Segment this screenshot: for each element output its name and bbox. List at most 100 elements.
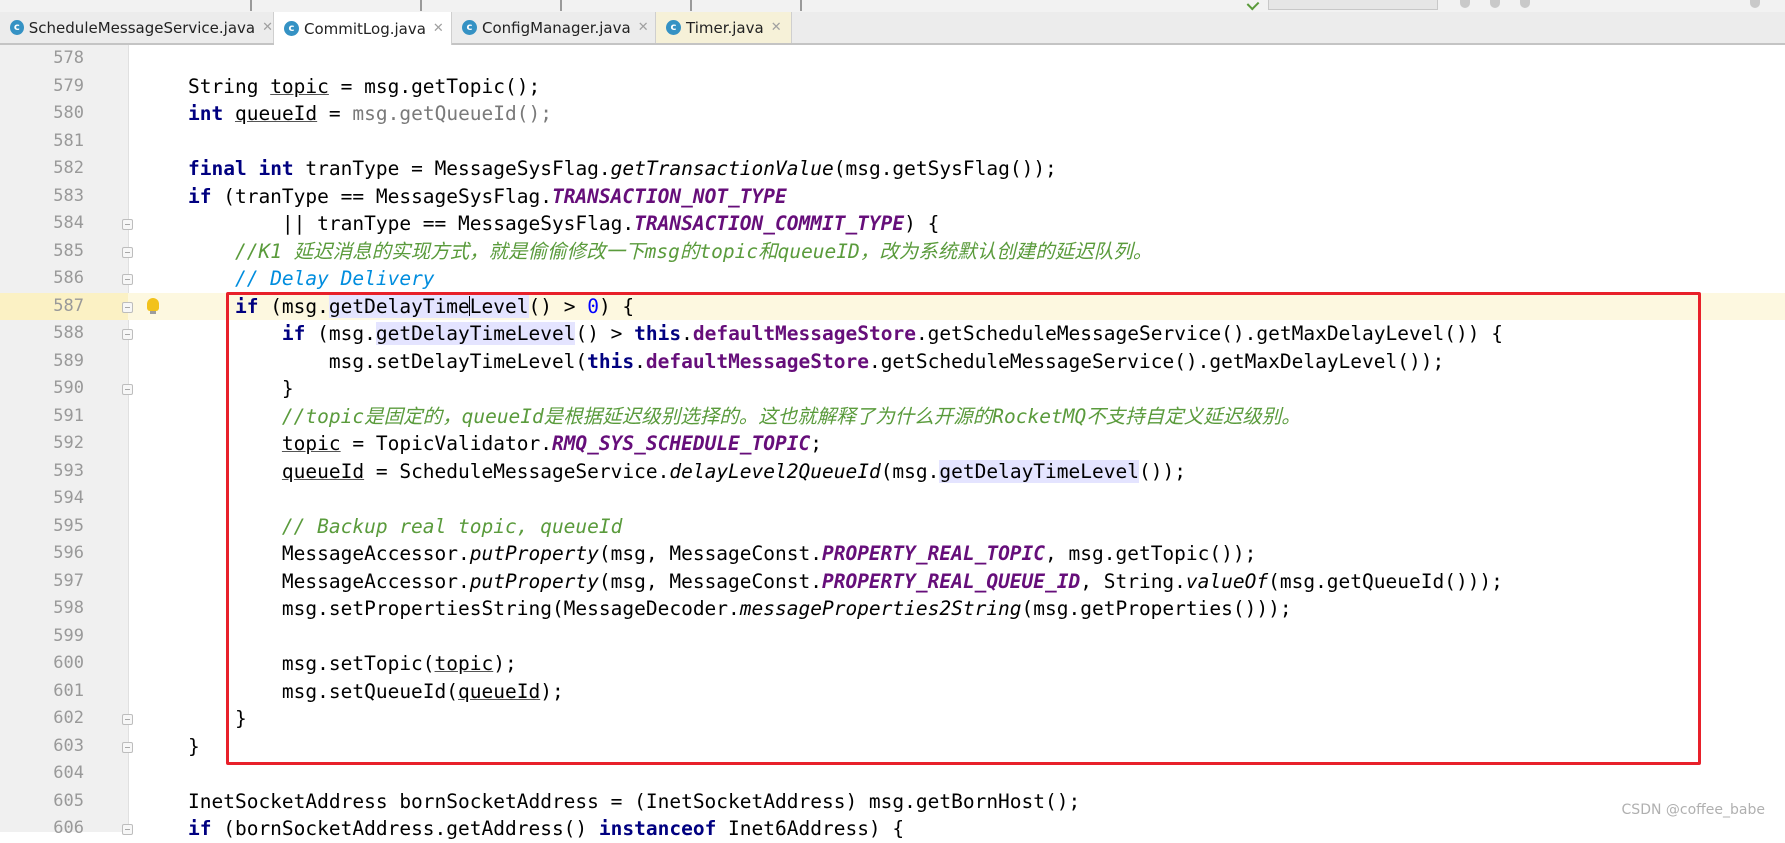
close-icon[interactable]: ✕: [771, 20, 782, 35]
code-token: messageProperties2String: [739, 597, 1022, 620]
code-token: msg.setTopic(: [188, 652, 435, 675]
code-token: MessageAccessor.: [188, 569, 470, 593]
code-token: (msg.: [305, 322, 376, 345]
java-class-icon: c: [284, 21, 299, 36]
code-token: (msg.: [880, 459, 940, 483]
line-number: 601: [53, 680, 84, 701]
fold-marker-icon[interactable]: [122, 741, 133, 753]
line-number: 583: [53, 185, 84, 206]
code-line[interactable]: 589 msg.setDelayTimeLevel(this.defaultMe…: [0, 348, 1785, 376]
toolbar-icon[interactable]: [1520, 0, 1530, 8]
code-token: ) {: [904, 212, 940, 235]
line-number: 587: [53, 295, 84, 316]
line-number: 595: [53, 515, 84, 536]
code-token: defaultMessageStore: [645, 349, 869, 373]
code-text: //topic是固定的，queueId是根据延迟级别选择的。这也就解释了为什么开…: [188, 403, 1301, 431]
fold-marker-icon[interactable]: [122, 274, 133, 285]
code-line[interactable]: 604: [0, 760, 1785, 788]
code-text: MessageAccessor.putProperty(msg, Message…: [188, 568, 1503, 596]
navigation-separator: [560, 0, 562, 11]
watermark: CSDN @coffee_babe: [1621, 802, 1765, 818]
build-ok-icon: [1246, 0, 1260, 11]
code-text: if (msg.getDelayTimeLevel() > 0) {: [188, 293, 634, 321]
fold-marker-icon[interactable]: [122, 219, 133, 230]
code-token: = msg.getTopic();: [328, 74, 541, 98]
code-token: (tranType == MessageSysFlag.: [211, 184, 552, 208]
code-token: }: [188, 707, 247, 730]
fold-marker-icon[interactable]: [122, 301, 133, 313]
code-editor[interactable]: 578 579 String topic = msg.getTopic(); 580 i…: [0, 45, 1785, 840]
code-line[interactable]: 591 //topic是固定的，queueId是根据延迟级别选择的。这也就解释了…: [0, 403, 1785, 431]
fold-marker-icon[interactable]: [122, 329, 133, 340]
code-line[interactable]: 593 queueId = ScheduleMessageService.del…: [0, 458, 1785, 486]
code-line[interactable]: 601 msg.setQueueId(queueId);: [0, 678, 1785, 706]
code-line[interactable]: 581: [0, 128, 1785, 156]
code-line[interactable]: 579 String topic = msg.getTopic();: [0, 73, 1785, 101]
tab-schedulemessageservice[interactable]: c ScheduleMessageService.java ✕: [0, 12, 274, 43]
code-line[interactable]: 602 }: [0, 705, 1785, 733]
navigation-separator: [800, 0, 802, 11]
code-line[interactable]: 599: [0, 623, 1785, 651]
code-token: queueId: [234, 102, 318, 125]
code-line-current[interactable]: 587 if (msg.getDelayTimeLevel() > 0) {: [0, 292, 1785, 321]
code-token: ());: [1138, 459, 1186, 483]
fold-marker-icon[interactable]: [122, 246, 133, 258]
line-number: 605: [53, 790, 84, 811]
code-token: (msg.getSysFlag());: [833, 157, 1057, 180]
code-text: msg.setDelayTimeLevel(this.defaultMessag…: [188, 348, 1444, 376]
close-icon[interactable]: ✕: [433, 21, 444, 36]
fold-marker-icon[interactable]: [122, 384, 133, 395]
code-token: if: [281, 322, 306, 345]
line-number: 590: [53, 378, 84, 398]
code-line[interactable]: 595 // Backup real topic, queueId: [0, 513, 1785, 541]
code-line[interactable]: 594: [0, 485, 1785, 513]
line-number: 578: [53, 48, 84, 68]
fold-marker-icon[interactable]: [122, 824, 133, 835]
code-line[interactable]: 600 msg.setTopic(topic);: [0, 650, 1785, 678]
code-line[interactable]: 586 // Delay Delivery: [0, 265, 1785, 293]
code-line[interactable]: 588 if (msg.getDelayTimeLevel() > this.d…: [0, 320, 1785, 348]
code-text: // Delay Delivery: [188, 265, 435, 293]
tab-configmanager[interactable]: c ConfigManager.java ✕: [452, 12, 656, 43]
tab-timer[interactable]: c Timer.java ✕: [656, 12, 792, 43]
code-token: topic: [270, 74, 329, 98]
code-token: (msg.getProperties()));: [1021, 597, 1292, 620]
code-token: RMQ_SYS_SCHEDULE_TOPIC: [551, 432, 811, 455]
code-line[interactable]: 603}: [0, 733, 1785, 761]
code-token: .getScheduleMessageService().getMaxDelay…: [868, 349, 1445, 373]
lightbulb-icon[interactable]: [147, 297, 159, 314]
code-line[interactable]: 598 msg.setPropertiesString(MessageDecod…: [0, 595, 1785, 623]
close-icon[interactable]: ✕: [262, 20, 273, 35]
code-line[interactable]: 590 }: [0, 375, 1785, 403]
code-token: , msg.getTopic());: [1045, 542, 1257, 565]
code-line[interactable]: 606 if (bornSocketAddress.getAddress() in…: [0, 815, 1785, 843]
code-line[interactable]: 597 MessageAccessor.putProperty(msg, Mes…: [0, 568, 1785, 596]
run-config-selector[interactable]: [1268, 0, 1438, 10]
navigation-separator: [250, 0, 252, 11]
toolbar-icon[interactable]: [1460, 0, 1470, 8]
code-line[interactable]: 605 InetSocketAddress bornSocketAddress =…: [0, 788, 1785, 816]
code-line[interactable]: 596 MessageAccessor.putProperty(msg, Mes…: [0, 540, 1785, 568]
close-icon[interactable]: ✕: [638, 20, 649, 35]
code-token: Inet6Address) {: [716, 817, 905, 840]
line-number: 582: [53, 158, 84, 178]
tab-commitlog[interactable]: c CommitLog.java ✕: [274, 12, 452, 45]
fold-marker-icon[interactable]: [122, 714, 133, 725]
code-token: int: [258, 157, 294, 180]
code-line[interactable]: 583 if (tranType == MessageSysFlag.TRANSA…: [0, 183, 1785, 211]
code-line[interactable]: 578: [0, 45, 1785, 73]
code-line[interactable]: 582 final int tranType = MessageSysFlag.g…: [0, 155, 1785, 183]
code-token: getDelayTime: [328, 294, 470, 318]
toolbar-icon[interactable]: [1750, 0, 1760, 8]
java-class-icon: c: [666, 20, 681, 35]
code-line[interactable]: 580 int queueId = msg.getQueueId();: [0, 100, 1785, 128]
toolbar-icon[interactable]: [1490, 0, 1500, 8]
code-line[interactable]: 585 //K1 延迟消息的实现方式，就是偷偷修改一下msg的topic和que…: [0, 238, 1785, 266]
navigation-separator: [690, 0, 692, 11]
code-line[interactable]: 584 || tranType == MessageSysFlag.TRANSA…: [0, 210, 1785, 238]
code-line[interactable]: 592 topic = TopicValidator.RMQ_SYS_SCHED…: [0, 430, 1785, 458]
